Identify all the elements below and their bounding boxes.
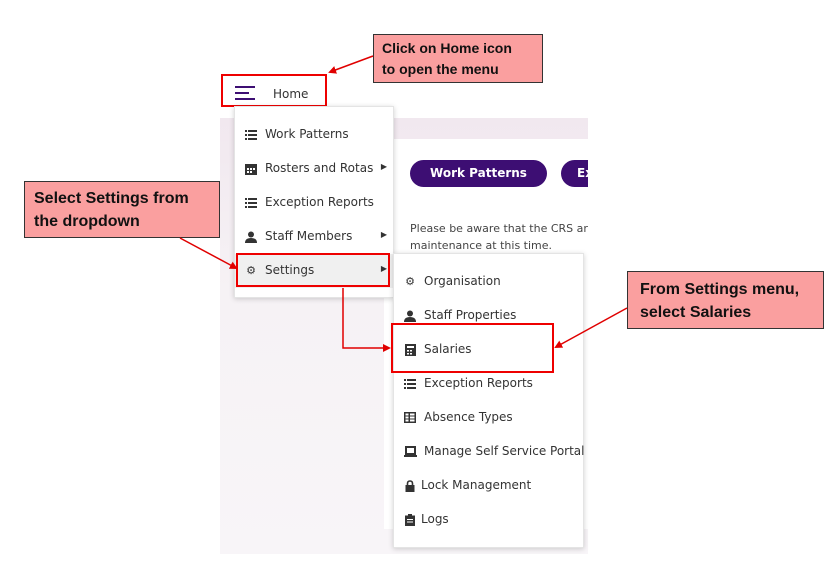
arrow-to-home <box>328 55 374 74</box>
annotation-arrows <box>179 55 628 352</box>
arrow-to-settings <box>179 237 238 269</box>
arrow-settings-to-salaries <box>342 288 391 352</box>
arrow-to-salaries <box>554 307 628 348</box>
